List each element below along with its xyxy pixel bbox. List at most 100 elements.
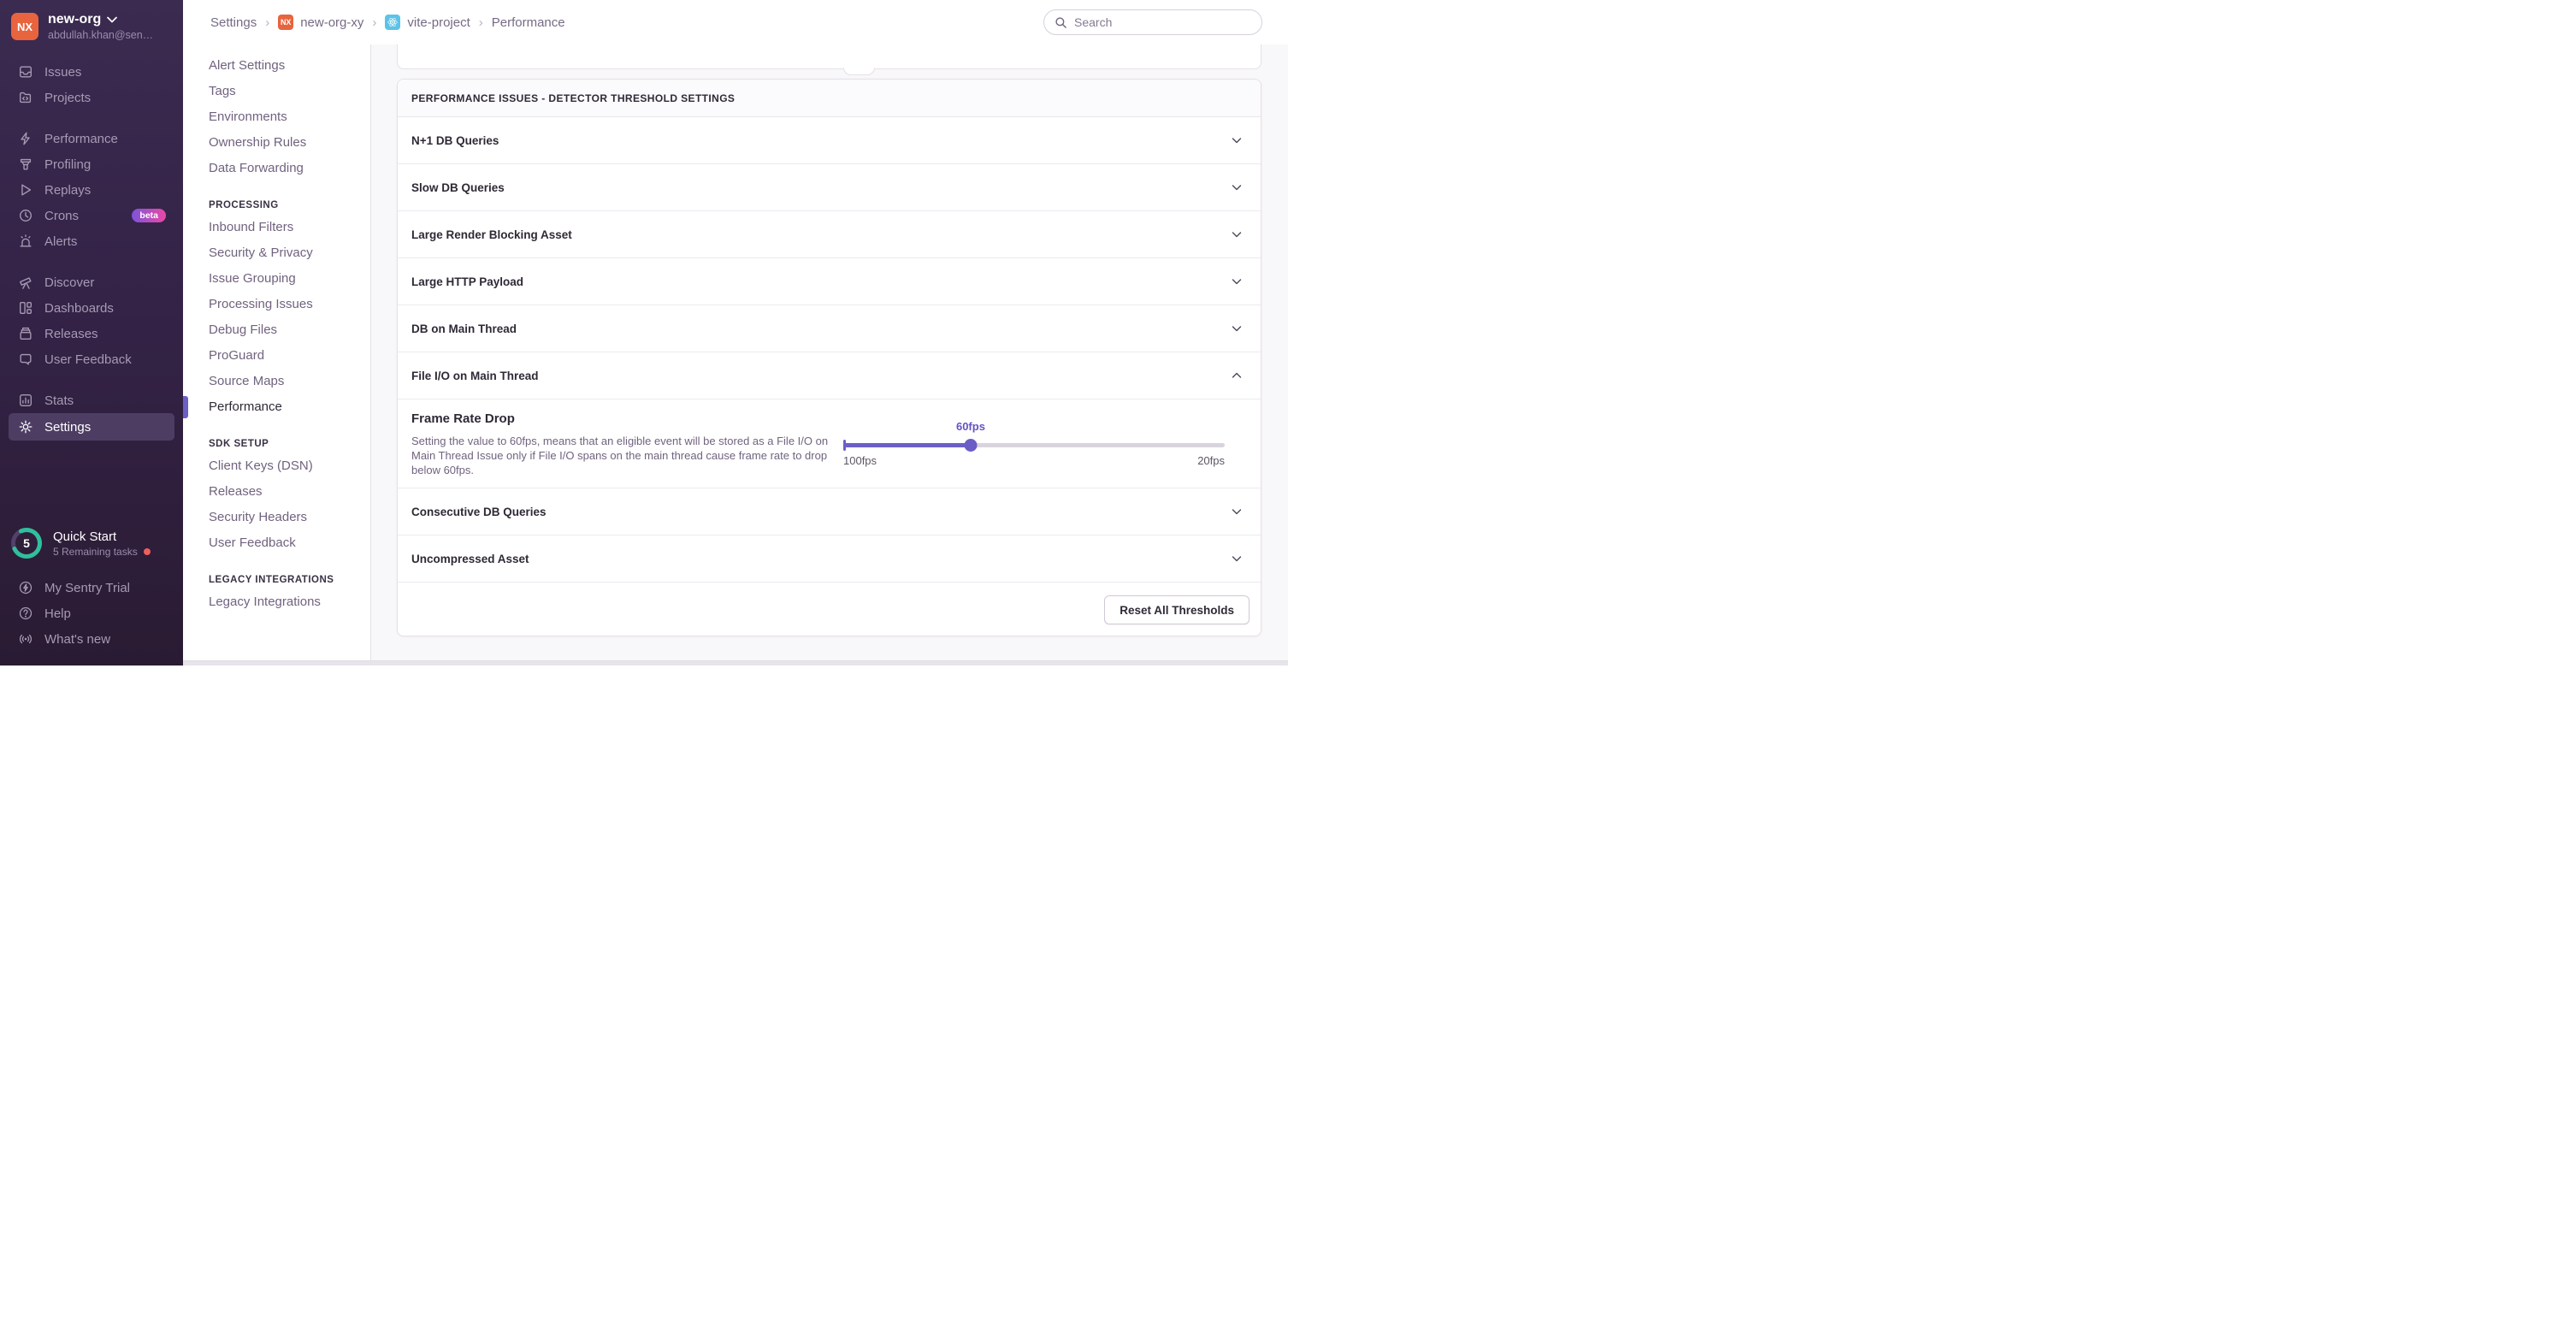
subnav-item-releases[interactable]: Releases: [183, 479, 371, 505]
subnav-item-legacy-integrations[interactable]: Legacy Integrations: [183, 589, 371, 615]
breadcrumb-label: new-org-xy: [300, 15, 363, 30]
sidebar-group-gap: [9, 254, 174, 269]
sidebar-item-label: Profiling: [44, 157, 91, 172]
sidebar-item-help[interactable]: Help: [9, 600, 174, 626]
subnav-item-issue-grouping[interactable]: Issue Grouping: [183, 266, 371, 292]
frame-rate-drop-section: Frame Rate Drop Setting the value to 60f…: [398, 399, 1261, 488]
quick-start-widget[interactable]: 5 Quick Start 5 Remaining tasks: [10, 527, 151, 559]
sidebar-item-crons[interactable]: Crons beta: [9, 203, 174, 228]
breadcrumb-settings[interactable]: Settings: [210, 15, 257, 30]
breadcrumb-project[interactable]: vite-project: [385, 15, 470, 30]
sidebar-item-replays[interactable]: Replays: [9, 177, 174, 203]
sidebar-item-settings[interactable]: Settings: [9, 413, 174, 441]
panel-header: PERFORMANCE ISSUES - DETECTOR THRESHOLD …: [398, 80, 1261, 117]
sidebar-item-projects[interactable]: Projects: [9, 85, 174, 110]
sidebar-item-label: Issues: [44, 65, 81, 80]
sidebar-item-whats-new[interactable]: What's new: [9, 626, 174, 652]
telescope-icon: [17, 275, 33, 291]
subnav-item-label: Performance: [209, 399, 282, 414]
chevron-up-icon: [1230, 369, 1244, 382]
chevron-down-icon: [1230, 228, 1244, 241]
app-root: NX new-org abdullah.khan@sen… Issues Pro…: [0, 0, 1288, 666]
sidebar-item-profiling[interactable]: Profiling: [9, 151, 174, 177]
broadcast-icon: [17, 631, 33, 648]
breadcrumb: Settings › NX new-org-xy › vite-project …: [210, 9, 565, 35]
frame-rate-slider: 60fps 100fps 20fps: [843, 399, 1225, 488]
subnav-item-tags[interactable]: Tags: [183, 79, 371, 104]
search-box[interactable]: [1043, 9, 1262, 35]
horizontal-scrollbar-track[interactable]: [183, 660, 1288, 666]
sidebar-item-label: What's new: [44, 632, 110, 647]
frame-rate-drop-title: Frame Rate Drop: [411, 411, 515, 426]
chevron-down-icon: [1230, 180, 1244, 194]
subnav-item-processing-issues[interactable]: Processing Issues: [183, 292, 371, 317]
slider-thumb[interactable]: [964, 439, 977, 452]
search-icon: [1055, 16, 1067, 29]
org-switcher[interactable]: NX new-org abdullah.khan@sen…: [0, 0, 183, 41]
chevron-down-icon: [107, 12, 117, 27]
sidebar-item-releases[interactable]: Releases: [9, 321, 174, 346]
folder-code-icon: [17, 90, 33, 106]
sidebar-item-user-feedback[interactable]: User Feedback: [9, 346, 174, 372]
accordion-row-large-http-payload[interactable]: Large HTTP Payload: [398, 258, 1261, 305]
subnav-item-user-feedback[interactable]: User Feedback: [183, 530, 371, 556]
sidebar-item-performance[interactable]: Performance: [9, 126, 174, 151]
subnav-item-security-headers[interactable]: Security Headers: [183, 505, 371, 530]
subnav-item-environments[interactable]: Environments: [183, 104, 371, 130]
accordion-row-uncompressed-asset[interactable]: Uncompressed Asset: [398, 535, 1261, 583]
quick-start-subtitle: 5 Remaining tasks: [53, 546, 138, 558]
accordion-row-consecutive-db-queries[interactable]: Consecutive DB Queries: [398, 488, 1261, 535]
sidebar-item-issues[interactable]: Issues: [9, 59, 174, 85]
sidebar-item-dashboards[interactable]: Dashboards: [9, 295, 174, 321]
accordion-row-large-render-blocking-asset[interactable]: Large Render Blocking Asset: [398, 211, 1261, 258]
collapse-tab[interactable]: [843, 68, 875, 75]
slider-fill: [843, 443, 971, 447]
subnav-item-client-keys[interactable]: Client Keys (DSN): [183, 453, 371, 479]
search-input[interactable]: [1074, 15, 1251, 29]
sidebar-item-label: Settings: [44, 420, 91, 435]
play-icon: [17, 182, 33, 198]
breadcrumb-label: Performance: [492, 15, 565, 30]
breadcrumb-separator: ›: [372, 15, 376, 30]
accordion-row-slow-db-queries[interactable]: Slow DB Queries: [398, 164, 1261, 211]
subnav-section-sdk-setup: SDK SETUP: [183, 435, 371, 453]
clock-history-icon: [17, 208, 33, 224]
breadcrumb-performance[interactable]: Performance: [492, 15, 565, 30]
accordion-title: Large HTTP Payload: [411, 275, 523, 288]
accordion-row-db-on-main-thread[interactable]: DB on Main Thread: [398, 305, 1261, 352]
subnav-item-alert-settings[interactable]: Alert Settings: [183, 53, 371, 79]
sidebar-item-discover[interactable]: Discover: [9, 269, 174, 295]
sidebar-item-alerts[interactable]: Alerts: [9, 228, 174, 254]
chevron-down-icon: [1230, 275, 1244, 288]
sidebar-item-stats[interactable]: Stats: [9, 387, 174, 413]
sidebar-item-label: User Feedback: [44, 352, 132, 367]
lightning-icon: [17, 131, 33, 147]
subnav-item-proguard[interactable]: ProGuard: [183, 343, 371, 369]
accordion-row-file-io-on-main-thread[interactable]: File I/O on Main Thread: [398, 352, 1261, 399]
reset-all-thresholds-button[interactable]: Reset All Thresholds: [1104, 595, 1250, 624]
sidebar-nav: Issues Projects Performance Profiling Re…: [9, 59, 174, 441]
chevron-down-icon: [1230, 322, 1244, 335]
breadcrumb-org[interactable]: NX new-org-xy: [278, 15, 363, 30]
subnav-item-source-maps[interactable]: Source Maps: [183, 369, 371, 394]
accordion-title: Uncompressed Asset: [411, 553, 529, 565]
panel-title: PERFORMANCE ISSUES - DETECTOR THRESHOLD …: [411, 92, 735, 104]
sidebar-item-label: Dashboards: [44, 301, 114, 316]
subnav-section-legacy-integrations: LEGACY INTEGRATIONS: [183, 571, 371, 589]
subnav-item-debug-files[interactable]: Debug Files: [183, 317, 371, 343]
previous-card-partial: [397, 44, 1261, 69]
sidebar-item-my-sentry-trial[interactable]: My Sentry Trial: [9, 575, 174, 600]
slider-value-label: 60fps: [956, 420, 985, 433]
subnav-item-data-forwarding[interactable]: Data Forwarding: [183, 156, 371, 181]
subnav-item-security-privacy[interactable]: Security & Privacy: [183, 240, 371, 266]
active-indicator: [183, 396, 188, 418]
subnav-item-performance[interactable]: Performance: [183, 394, 371, 420]
breadcrumb-label: vite-project: [407, 15, 470, 30]
subnav-item-ownership-rules[interactable]: Ownership Rules: [183, 130, 371, 156]
accordion-row-n-plus-one-db-queries[interactable]: N+1 DB Queries: [398, 117, 1261, 164]
org-email: abdullah.khan@sen…: [48, 29, 153, 41]
settings-nav-list: Alert Settings Tags Environments Ownersh…: [183, 53, 371, 615]
chevron-down-icon: [1230, 505, 1244, 518]
subnav-item-inbound-filters[interactable]: Inbound Filters: [183, 215, 371, 240]
archive-box-icon: [17, 326, 33, 342]
